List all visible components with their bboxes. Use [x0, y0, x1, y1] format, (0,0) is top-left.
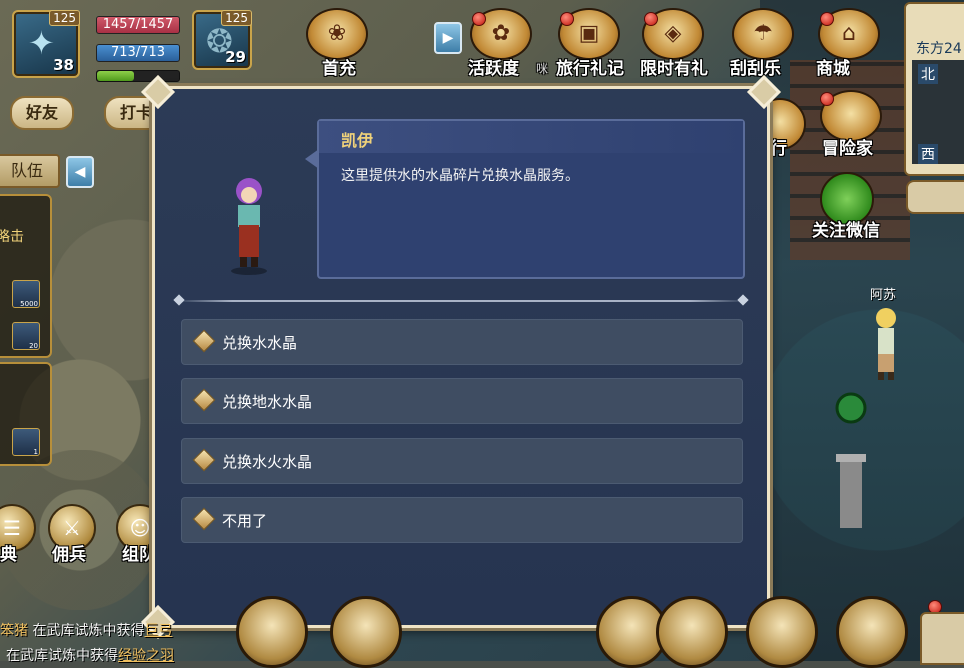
expand-menu-arrow-button[interactable]: ▶: [434, 22, 462, 54]
quest-panel: 1: [0, 362, 52, 466]
west-marker: 西: [918, 144, 938, 164]
item-slot-scroll[interactable]: 1: [12, 428, 40, 456]
option-exchange-water-fire-crystal[interactable]: 兑换水火水晶: [181, 438, 743, 484]
team-label: 组队: [122, 545, 156, 565]
diamond-bullet-icon: [192, 448, 216, 472]
option-label: 不用了: [222, 512, 268, 530]
world-npc-sprite[interactable]: [866, 304, 906, 384]
minimap-title: 东方24: [916, 41, 962, 57]
bunny-icon-glyph: ❀: [327, 21, 347, 46]
hp-bar: 1457/1457: [96, 16, 180, 34]
npc-message: 这里提供水的水晶碎片兑换水晶服务。: [341, 168, 579, 184]
name-strip: [319, 121, 743, 153]
collapse-arrow-button[interactable]: ◀: [66, 156, 94, 188]
codex-label: 典: [0, 545, 17, 565]
item-slot-feather[interactable]: 20: [12, 322, 40, 350]
chat-item-link[interactable]: 经验之羽: [118, 648, 174, 664]
option-label: 兑换地水水晶: [222, 393, 313, 411]
npc-dialog: 凯伊 这里提供水的水晶碎片兑换水晶服务。 兑换水水晶 兑换地水水晶 兑换水火水晶…: [141, 75, 781, 639]
exp-bar: [96, 70, 180, 82]
top-menu-label: 首充: [322, 59, 356, 79]
option-exchange-water-crystal[interactable]: 兑换水水晶: [181, 319, 743, 365]
team-tab[interactable]: 队伍: [0, 154, 60, 188]
bottom-pet-icon[interactable]: [330, 596, 402, 668]
chat-text: 在武库试炼中获得: [6, 648, 118, 664]
divider: [173, 294, 749, 306]
top-menu-label: 限时有礼: [640, 59, 708, 79]
player-portrait[interactable]: ✦ 125 38: [12, 10, 80, 78]
top-menu-label: 旅行礼记: [556, 59, 624, 79]
dragon-icon: ✦: [28, 24, 55, 62]
minimap-view: 北 西: [912, 60, 964, 164]
bottom-guild-icon[interactable]: [656, 596, 728, 668]
bottom-armor-icon[interactable]: [746, 596, 818, 668]
notification-dot: [820, 92, 834, 106]
option-label: 兑换水水晶: [222, 334, 298, 352]
exp-fill: [97, 71, 134, 81]
team-skill-text: 略击: [0, 229, 24, 245]
minimap-extra-button[interactable]: [906, 180, 964, 214]
top-menu-label: 商城: [816, 59, 850, 79]
team-panel: 略击 5000 20: [0, 194, 52, 358]
item-quantity: 5000: [20, 300, 38, 308]
diamond-bullet-icon: [192, 507, 216, 531]
item-quantity: 20: [29, 342, 38, 350]
notification-dot: [644, 12, 658, 26]
bottom-egg-icon[interactable]: [236, 596, 308, 668]
option-decline[interactable]: 不用了: [181, 497, 743, 543]
npc-name: 凯伊: [341, 131, 374, 150]
mercenary-label: 佣兵: [52, 545, 86, 565]
north-marker: 北: [918, 64, 938, 84]
statue-pillar: [835, 392, 867, 528]
adventurer-label: 冒险家: [822, 139, 873, 159]
follow-wechat-label: 关注微信: [812, 221, 880, 241]
bunny-icon[interactable]: ❀: [306, 8, 368, 60]
divider-gem: [737, 294, 749, 306]
chat-line: 在武库试炼中获得经验之羽: [6, 645, 174, 665]
diamond-bullet-icon: [192, 329, 216, 353]
chat-line: 笨猪 在武库试炼中获得巨弓: [0, 620, 172, 640]
player-sub-level: 38: [53, 56, 74, 74]
hint-text: 咪: [536, 62, 549, 76]
npc-portrait: [231, 178, 267, 275]
top-menu-label: 刮刮乐: [730, 59, 781, 79]
pet-sub-level: 29: [225, 48, 246, 66]
divider-gem: [173, 294, 185, 306]
top-menu-label: 活跃度: [468, 59, 519, 79]
option-exchange-earth-water-crystal[interactable]: 兑换地水水晶: [181, 378, 743, 424]
rainbow-icon-glyph: ☂: [753, 21, 773, 46]
diamond-bullet-icon: [192, 388, 216, 412]
minimap[interactable]: 东方24 北 西: [904, 2, 964, 176]
friends-button[interactable]: 好友: [10, 96, 75, 130]
mp-bar: 713/713: [96, 44, 180, 62]
world-npc-name: 阿苏: [870, 288, 897, 303]
rainbow-icon[interactable]: ☂: [732, 8, 794, 60]
notification-dot: [560, 12, 574, 26]
item-slot-spiral[interactable]: 5000: [12, 280, 40, 308]
notification-dot: [472, 12, 486, 26]
card-icon[interactable]: [920, 612, 964, 665]
pet-portrait[interactable]: ❂ 125 29: [192, 10, 252, 70]
option-label: 兑换水火水晶: [222, 453, 313, 471]
chat-text: 在武库试炼中获得: [28, 623, 145, 639]
notification-dot: [820, 12, 834, 26]
chat-item-link[interactable]: 巨弓: [144, 623, 172, 639]
chat-player-name[interactable]: 笨猪: [0, 623, 28, 639]
player-level-badge: 125: [49, 10, 80, 26]
bottom-book-icon[interactable]: [836, 596, 908, 668]
speech-box: 凯伊 这里提供水的水晶碎片兑换水晶服务。: [305, 119, 745, 279]
pet-level-badge: 125: [221, 10, 252, 26]
item-quantity: 1: [33, 448, 38, 456]
route-label: 行: [770, 139, 787, 159]
